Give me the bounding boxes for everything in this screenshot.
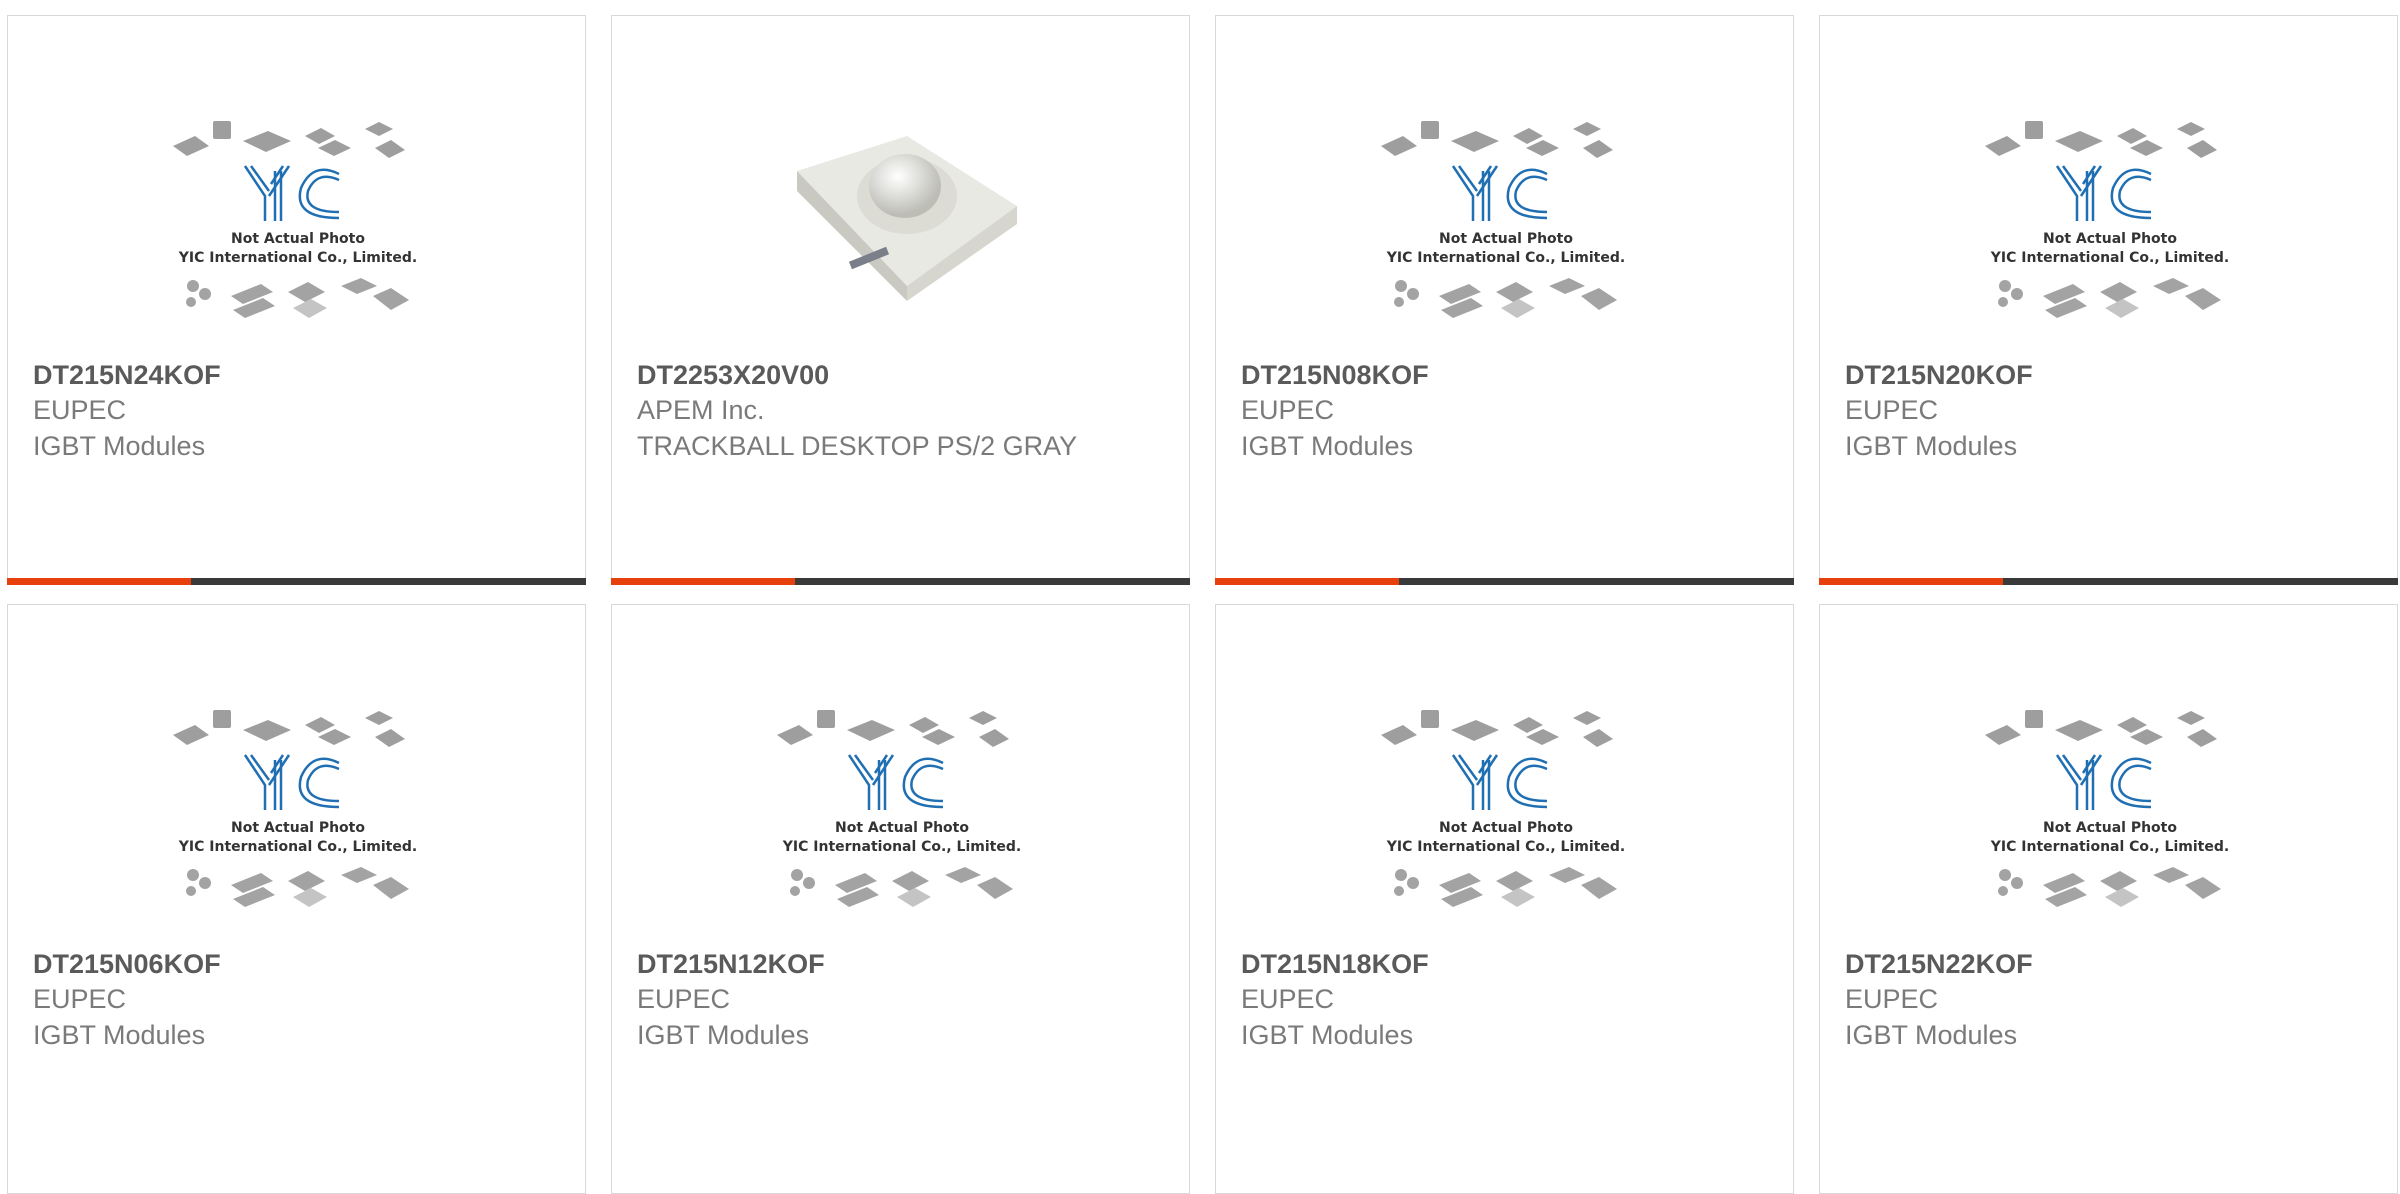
product-manufacturer: EUPEC bbox=[33, 395, 127, 425]
not-actual-photo-placeholder-icon: Not Actual Photo YIC International Co., … bbox=[777, 710, 1021, 907]
product-part-number[interactable]: DT215N08KOF bbox=[1241, 358, 1773, 392]
product-manufacturer: EUPEC bbox=[33, 984, 127, 1014]
product-part-number[interactable]: DT215N12KOF bbox=[637, 947, 1169, 981]
product-part-number[interactable]: DT215N24KOF bbox=[33, 358, 565, 392]
card-accent-bar bbox=[7, 578, 191, 585]
svg-text:YIC International Co., Limited: YIC International Co., Limited. bbox=[1386, 250, 1625, 266]
svg-text:Not Actual Photo: Not Actual Photo bbox=[1439, 231, 1573, 247]
product-part-number[interactable]: DT2253X20V00 bbox=[637, 358, 1169, 392]
product-part-number[interactable]: DT215N22KOF bbox=[1845, 947, 2377, 981]
product-part-number[interactable]: DT215N20KOF bbox=[1845, 358, 2377, 392]
svg-text:Not Actual Photo: Not Actual Photo bbox=[231, 820, 365, 836]
card-accent-bar bbox=[1819, 578, 2003, 585]
product-description: IGBT Modules bbox=[33, 1020, 206, 1050]
product-manufacturer: EUPEC bbox=[1845, 395, 1939, 425]
product-image[interactable]: Not Actual Photo YIC International Co., … bbox=[153, 685, 443, 965]
product-image[interactable]: Not Actual Photo YIC International Co., … bbox=[1965, 685, 2255, 965]
not-actual-photo-placeholder-icon: Not Actual Photo YIC International Co., … bbox=[1381, 710, 1625, 907]
product-image[interactable]: Not Actual Photo YIC International Co., … bbox=[153, 96, 443, 376]
not-actual-photo-placeholder-icon: Not Actual Photo YIC International Co., … bbox=[173, 710, 417, 907]
card-bottom-bar bbox=[1215, 578, 1794, 585]
product-manufacturer: EUPEC bbox=[1845, 984, 1939, 1014]
card-accent-bar bbox=[1215, 578, 1399, 585]
product-manufacturer: EUPEC bbox=[637, 984, 731, 1014]
product-card[interactable]: Not Actual Photo YIC International Co., … bbox=[7, 604, 586, 1194]
product-manufacturer: EUPEC bbox=[1241, 395, 1335, 425]
card-accent-bar bbox=[611, 578, 795, 585]
product-manufacturer: EUPEC bbox=[1241, 984, 1335, 1014]
product-card[interactable]: Not Actual Photo YIC International Co., … bbox=[1215, 15, 1794, 585]
product-description: IGBT Modules bbox=[637, 1020, 810, 1050]
product-card[interactable]: Not Actual Photo YIC International Co., … bbox=[611, 604, 1190, 1194]
product-part-number[interactable]: DT215N06KOF bbox=[33, 947, 565, 981]
card-bottom-bar bbox=[611, 578, 1190, 585]
svg-text:Not Actual Photo: Not Actual Photo bbox=[2043, 231, 2177, 247]
product-manufacturer: APEM Inc. bbox=[637, 395, 765, 425]
not-actual-photo-placeholder-icon: Not Actual Photo YIC International Co., … bbox=[1985, 121, 2229, 318]
product-description: IGBT Modules bbox=[1241, 431, 1414, 461]
trackball-icon bbox=[797, 136, 1017, 301]
product-card[interactable]: Not Actual Photo YIC International Co., … bbox=[7, 15, 586, 585]
product-description: TRACKBALL DESKTOP PS/2 GRAY bbox=[637, 431, 1078, 461]
product-card[interactable]: DT2253X20V00 APEM Inc. TRACKBALL DESKTOP… bbox=[611, 15, 1190, 585]
not-actual-photo-placeholder-icon: Not Actual Photo YIC International Co., … bbox=[1985, 710, 2229, 907]
product-grid: Not Actual Photo YIC International Co., … bbox=[0, 0, 2400, 1194]
product-image[interactable] bbox=[757, 96, 1047, 376]
svg-text:Not Actual Photo: Not Actual Photo bbox=[2043, 820, 2177, 836]
product-part-number[interactable]: DT215N18KOF bbox=[1241, 947, 1773, 981]
not-actual-photo-placeholder-icon: Not Actual Photo YIC International Co., … bbox=[1381, 121, 1625, 318]
product-card[interactable]: Not Actual Photo YIC International Co., … bbox=[1215, 604, 1794, 1194]
product-image[interactable]: Not Actual Photo YIC International Co., … bbox=[1361, 685, 1651, 965]
svg-text:YIC International Co., Limited: YIC International Co., Limited. bbox=[782, 839, 1021, 855]
svg-text:YIC International Co., Limited: YIC International Co., Limited. bbox=[1990, 250, 2229, 266]
product-card[interactable]: Not Actual Photo YIC International Co., … bbox=[1819, 604, 2398, 1194]
svg-text:YIC International Co., Limited: YIC International Co., Limited. bbox=[178, 250, 417, 266]
card-bottom-bar bbox=[1819, 578, 2398, 585]
svg-text:Not Actual Photo: Not Actual Photo bbox=[231, 231, 365, 247]
product-description: IGBT Modules bbox=[1241, 1020, 1414, 1050]
svg-text:Not Actual Photo: Not Actual Photo bbox=[1439, 820, 1573, 836]
svg-text:YIC International Co., Limited: YIC International Co., Limited. bbox=[1386, 839, 1625, 855]
product-description: IGBT Modules bbox=[1845, 431, 2018, 461]
product-description: IGBT Modules bbox=[33, 431, 206, 461]
product-image[interactable]: Not Actual Photo YIC International Co., … bbox=[1965, 96, 2255, 376]
product-image[interactable]: Not Actual Photo YIC International Co., … bbox=[757, 685, 1047, 965]
product-card[interactable]: Not Actual Photo YIC International Co., … bbox=[1819, 15, 2398, 585]
product-description: IGBT Modules bbox=[1845, 1020, 2018, 1050]
svg-text:YIC International Co., Limited: YIC International Co., Limited. bbox=[178, 839, 417, 855]
card-bottom-bar bbox=[7, 578, 586, 585]
svg-text:Not Actual Photo: Not Actual Photo bbox=[835, 820, 969, 836]
svg-text:YIC International Co., Limited: YIC International Co., Limited. bbox=[1990, 839, 2229, 855]
product-image[interactable]: Not Actual Photo YIC International Co., … bbox=[1361, 96, 1651, 376]
not-actual-photo-placeholder-icon: Not Actual Photo YIC International Co., … bbox=[173, 121, 417, 318]
